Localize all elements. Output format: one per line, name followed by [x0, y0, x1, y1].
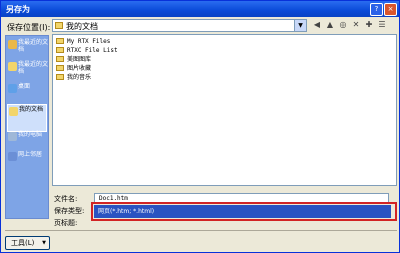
tools-button[interactable]: 工具(L) ▼ — [5, 236, 50, 250]
save-as-dialog: 另存为 ? × 保存位置(I): 我的文档 ▼ ◀ ▲ ◎ ✕ ✚ ☰ 我最近的… — [0, 0, 400, 253]
save-in-value: 我的文档 — [66, 22, 98, 31]
chevron-down-icon[interactable]: ▼ — [294, 20, 306, 31]
folder-icon — [56, 65, 64, 71]
save-in-dropdown[interactable]: 我的文档 ▼ — [52, 19, 307, 32]
file-name: 图片收藏 — [67, 65, 92, 72]
folder-icon — [56, 38, 64, 44]
file-list[interactable]: My RTX Files RTXC File List 美图图库 图片收藏 我的… — [52, 34, 397, 186]
folder-icon — [55, 22, 63, 29]
place-label: 桌面 — [18, 83, 31, 90]
network-icon — [8, 152, 17, 161]
places-bar: 我最近的文档 我最近的文档 桌面 我的文档 我的电脑 网上邻居 — [5, 35, 49, 219]
help-button[interactable]: ? — [370, 3, 383, 16]
close-button[interactable]: × — [384, 3, 397, 16]
savetype-label: 保存类型: — [54, 207, 85, 215]
title-bar: 另存为 ? × — [1, 1, 399, 17]
file-name: RTXC File List — [67, 47, 118, 54]
folder-icon — [56, 56, 64, 62]
tools-label: 工具(L) — [11, 239, 35, 247]
back-icon[interactable]: ◀ — [312, 20, 322, 30]
recent-documents-icon — [8, 62, 17, 71]
delete-icon[interactable]: ✕ — [351, 20, 361, 30]
file-name: 美图图库 — [67, 56, 92, 63]
new-folder-icon[interactable]: ✚ — [364, 20, 374, 30]
filename-label: 文件名: — [54, 195, 78, 203]
my-documents-icon — [9, 107, 18, 116]
place-label: 我最近的文档 — [18, 39, 49, 53]
place-label: 我的文档 — [19, 106, 44, 113]
place-label: 我的电脑 — [18, 131, 43, 138]
save-in-label: 保存位置(I): — [7, 23, 51, 32]
trusted-folder-icon — [8, 40, 17, 49]
views-icon[interactable]: ☰ — [377, 20, 387, 30]
search-web-icon[interactable]: ◎ — [338, 20, 348, 30]
place-label: 网上邻居 — [18, 151, 43, 158]
place-my-documents[interactable]: 我的文档 — [7, 104, 47, 132]
place-network[interactable]: 网上邻居 — [7, 150, 47, 178]
file-name: 我的音乐 — [67, 74, 92, 81]
my-computer-icon — [8, 132, 17, 141]
pagetitle-label: 页标题: — [54, 219, 78, 227]
place-label: 我最近的文档 — [18, 61, 49, 75]
desktop-icon — [8, 84, 17, 93]
folder-icon — [56, 74, 64, 80]
divider — [5, 230, 397, 231]
dialog-title: 另存为 — [6, 5, 30, 14]
highlight-box — [91, 202, 397, 221]
chevron-down-icon: ▼ — [42, 240, 46, 246]
file-name: My RTX Files — [67, 38, 111, 45]
up-folder-icon[interactable]: ▲ — [325, 20, 335, 30]
folder-icon — [56, 47, 64, 53]
